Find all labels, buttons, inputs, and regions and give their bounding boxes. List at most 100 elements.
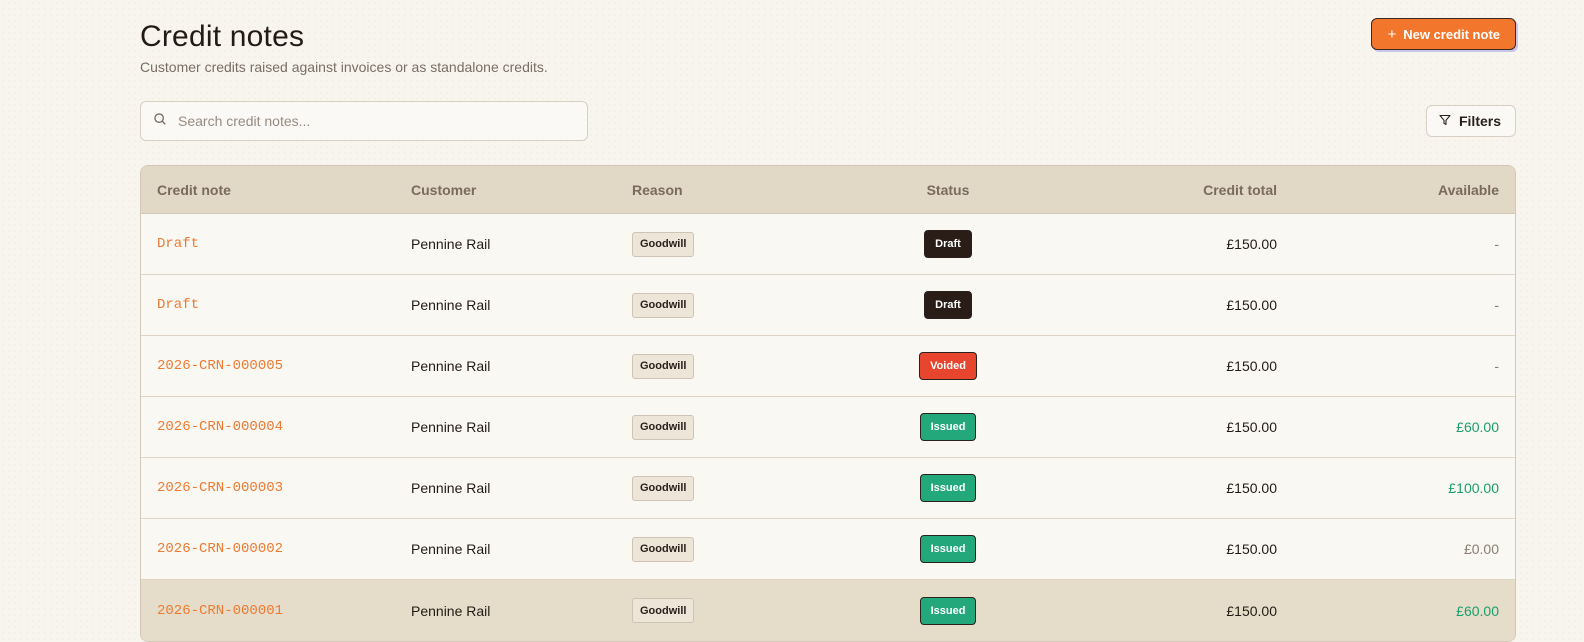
available-cell: £60.00 — [1456, 397, 1499, 457]
customer-name: Pennine Rail — [411, 541, 491, 557]
table-row[interactable]: 2026-CRN-000001 Pennine Rail Goodwill Issue… — [141, 580, 1515, 641]
search-input[interactable] — [178, 113, 568, 129]
table-row[interactable]: 2026-CRN-000002 Pennine Rail Goodwill Issue… — [141, 519, 1515, 580]
status-badge: Draft — [924, 230, 972, 258]
table-row[interactable]: Draft Pennine Rail Goodwill Draft £150.00 - — [141, 275, 1515, 336]
credit-total-value: £150.00 — [1226, 297, 1277, 313]
available-value: £60.00 — [1456, 419, 1499, 435]
search-box[interactable] — [140, 101, 588, 141]
table-row[interactable]: 2026-CRN-000005 Pennine Rail Goodwill Voide… — [141, 336, 1515, 397]
status-badge: Issued — [919, 596, 977, 625]
status-badge: Issued — [919, 474, 977, 502]
customer-cell: Pennine Rail — [411, 519, 490, 579]
new-credit-note-button[interactable]: + New credit note — [1371, 18, 1516, 50]
customer-name: Pennine Rail — [411, 236, 491, 252]
credit-total-cell: £150.00 — [1226, 214, 1277, 274]
credit-note-link[interactable]: 2026-CRN-000001 — [157, 603, 283, 619]
credit-total-value: £150.00 — [1226, 480, 1277, 496]
reason-cell: Goodwill — [632, 397, 695, 457]
status-cell: Issued — [848, 580, 1048, 641]
page-subtitle: Customer credits raised against invoices… — [140, 59, 548, 75]
available-cell: - — [1494, 275, 1499, 335]
customer-cell: Pennine Rail — [411, 397, 490, 457]
credit-total-cell: £150.00 — [1226, 519, 1277, 579]
table-body: Draft Pennine Rail Goodwill Draft £150.00- Dr… — [141, 214, 1515, 641]
status-badge: Voided — [919, 352, 977, 380]
status-cell: Issued — [848, 397, 1048, 457]
available-value: - — [1494, 236, 1499, 252]
credit-note-link[interactable]: Draft — [157, 236, 199, 252]
column-header-status[interactable]: Status — [848, 166, 1048, 213]
status-cell: Draft — [848, 275, 1048, 335]
credit-note-link[interactable]: 2026-CRN-000005 — [157, 358, 283, 374]
customer-name: Pennine Rail — [411, 419, 491, 435]
column-header-available[interactable]: Available — [1438, 166, 1499, 213]
filters-button[interactable]: Filters — [1425, 105, 1516, 137]
column-header-credit-note[interactable]: Credit note — [157, 166, 231, 213]
reason-badge: Goodwill — [632, 536, 695, 562]
credit-total-cell: £150.00 — [1226, 397, 1277, 457]
credit-note-cell: Draft — [157, 275, 199, 335]
column-header-reason[interactable]: Reason — [632, 166, 683, 213]
available-value: £60.00 — [1456, 602, 1499, 619]
table-row[interactable]: 2026-CRN-000003 Pennine Rail Goodwill Issue… — [141, 458, 1515, 519]
customer-name: Pennine Rail — [411, 358, 491, 374]
status-cell: Issued — [848, 519, 1048, 579]
credit-note-cell: Draft — [157, 214, 199, 274]
column-header-customer[interactable]: Customer — [411, 166, 476, 213]
status-cell: Draft — [848, 214, 1048, 274]
available-value: £0.00 — [1463, 541, 1499, 557]
available-cell: £100.00 — [1448, 458, 1499, 518]
credit-total-value: £150.00 — [1226, 602, 1277, 619]
plus-icon: + — [1387, 25, 1397, 43]
reason-badge: Goodwill — [632, 231, 695, 257]
credit-note-cell: 2026-CRN-000002 — [157, 519, 283, 579]
credit-total-cell: £150.00 — [1226, 336, 1277, 396]
available-cell: - — [1494, 214, 1499, 274]
reason-cell: Goodwill — [632, 458, 695, 518]
new-credit-note-label: New credit note — [1403, 26, 1500, 42]
available-value: - — [1494, 297, 1499, 313]
credit-total-value: £150.00 — [1226, 541, 1277, 557]
reason-badge: Goodwill — [632, 598, 695, 623]
status-badge: Draft — [924, 291, 972, 319]
available-value: £100.00 — [1448, 480, 1499, 496]
credit-note-cell: 2026-CRN-000004 — [157, 397, 283, 457]
reason-cell: Goodwill — [632, 336, 695, 396]
search-icon — [153, 112, 167, 131]
customer-cell: Pennine Rail — [411, 214, 490, 274]
customer-name: Pennine Rail — [411, 602, 491, 619]
credit-note-cell: 2026-CRN-000005 — [157, 336, 283, 396]
credit-note-link[interactable]: 2026-CRN-000003 — [157, 480, 283, 496]
customer-cell: Pennine Rail — [411, 336, 490, 396]
status-cell: Voided — [848, 336, 1048, 396]
filters-label: Filters — [1458, 113, 1501, 129]
credit-total-cell: £150.00 — [1226, 458, 1277, 518]
available-value: - — [1494, 358, 1499, 374]
customer-name: Pennine Rail — [411, 297, 491, 313]
status-badge: Issued — [919, 535, 977, 563]
available-cell: £0.00 — [1464, 519, 1499, 579]
credit-total-cell: £150.00 — [1226, 580, 1277, 641]
table-header: Credit note Customer Reason Status Credi… — [141, 166, 1515, 214]
reason-badge: Goodwill — [632, 353, 695, 379]
reason-cell: Goodwill — [632, 214, 695, 274]
credit-note-link[interactable]: 2026-CRN-000002 — [157, 541, 283, 557]
customer-cell: Pennine Rail — [411, 275, 490, 335]
customer-cell: Pennine Rail — [411, 458, 490, 518]
reason-badge: Goodwill — [632, 475, 695, 501]
credit-total-value: £150.00 — [1226, 419, 1277, 435]
credit-note-link[interactable]: Draft — [157, 297, 199, 313]
column-header-credit-total[interactable]: Credit total — [1203, 166, 1277, 213]
credit-note-cell: 2026-CRN-000003 — [157, 458, 283, 518]
reason-cell: Goodwill — [632, 519, 695, 579]
table-row[interactable]: 2026-CRN-000004 Pennine Rail Goodwill Issue… — [141, 397, 1515, 458]
reason-badge: Goodwill — [632, 414, 695, 440]
available-cell: - — [1494, 336, 1499, 396]
credit-total-value: £150.00 — [1226, 358, 1277, 374]
status-badge: Issued — [919, 413, 977, 441]
credit-note-cell: 2026-CRN-000001 — [157, 580, 283, 641]
status-cell: Issued — [848, 458, 1048, 518]
credit-note-link[interactable]: 2026-CRN-000004 — [157, 419, 283, 435]
table-row[interactable]: Draft Pennine Rail Goodwill Draft £150.00 - — [141, 214, 1515, 275]
